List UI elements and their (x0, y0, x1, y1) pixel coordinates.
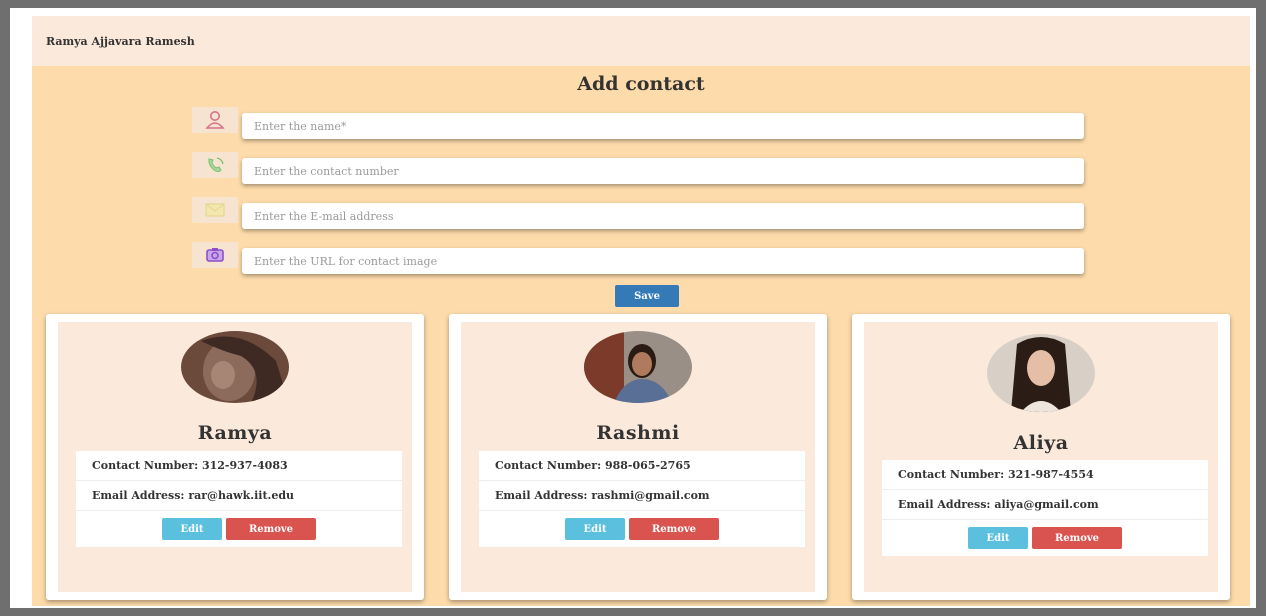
contact-number: Contact Number: 312-937-4083 (76, 451, 402, 481)
contact-details: Contact Number: 321-987-4554 Email Addre… (882, 460, 1208, 556)
contact-number: Contact Number: 321-987-4554 (882, 460, 1208, 490)
contact-name: Aliya (1013, 432, 1069, 454)
contact-card: Aliya Contact Number: 321-987-4554 Email… (852, 314, 1230, 600)
contact-name: Rashmi (596, 422, 680, 444)
contact-number-row (192, 152, 1084, 186)
email-row (192, 197, 1084, 231)
contact-details: Contact Number: 988-065-2765 Email Addre… (479, 451, 805, 547)
name-input[interactable] (242, 113, 1084, 139)
edit-button[interactable]: Edit (968, 527, 1028, 549)
envelope-icon (192, 197, 238, 223)
edit-button[interactable]: Edit (565, 518, 625, 540)
remove-button[interactable]: Remove (226, 518, 316, 540)
contact-avatar (584, 331, 692, 403)
navbar-brand[interactable]: Ramya Ajjavara Ramesh (46, 35, 195, 48)
contact-card: Rashmi Contact Number: 988-065-2765 Emai… (449, 314, 827, 600)
email-address: Email Address: aliya@gmail.com (882, 490, 1208, 520)
contact-card: Ramya Contact Number: 312-937-4083 Email… (46, 314, 424, 600)
contact-number-input[interactable] (242, 158, 1084, 184)
name-row (192, 107, 1084, 141)
contact-avatar (987, 334, 1095, 412)
browser-viewport: Ramya Ajjavara Ramesh Add contact Enter … (10, 8, 1256, 608)
remove-button[interactable]: Remove (629, 518, 719, 540)
user-icon (192, 107, 238, 133)
contact-number: Contact Number: 988-065-2765 (479, 451, 805, 481)
image-url-row (192, 242, 1084, 276)
remove-button[interactable]: Remove (1032, 527, 1122, 549)
contact-name: Ramya (197, 422, 273, 444)
save-button[interactable]: Save (615, 285, 679, 307)
email-input[interactable] (242, 203, 1084, 229)
contact-details: Contact Number: 312-937-4083 Email Addre… (76, 451, 402, 547)
image-url-input[interactable] (242, 248, 1084, 274)
app-container: Ramya Ajjavara Ramesh Add contact Enter … (32, 16, 1250, 606)
edit-button[interactable]: Edit (162, 518, 222, 540)
navbar: Ramya Ajjavara Ramesh (32, 16, 1250, 66)
phone-icon (192, 152, 238, 178)
email-address: Email Address: rar@hawk.iit.edu (76, 481, 402, 511)
contact-avatar (181, 331, 289, 403)
camera-icon (192, 242, 238, 268)
email-address: Email Address: rashmi@gmail.com (479, 481, 805, 511)
add-contact-title: Add contact (577, 73, 705, 95)
